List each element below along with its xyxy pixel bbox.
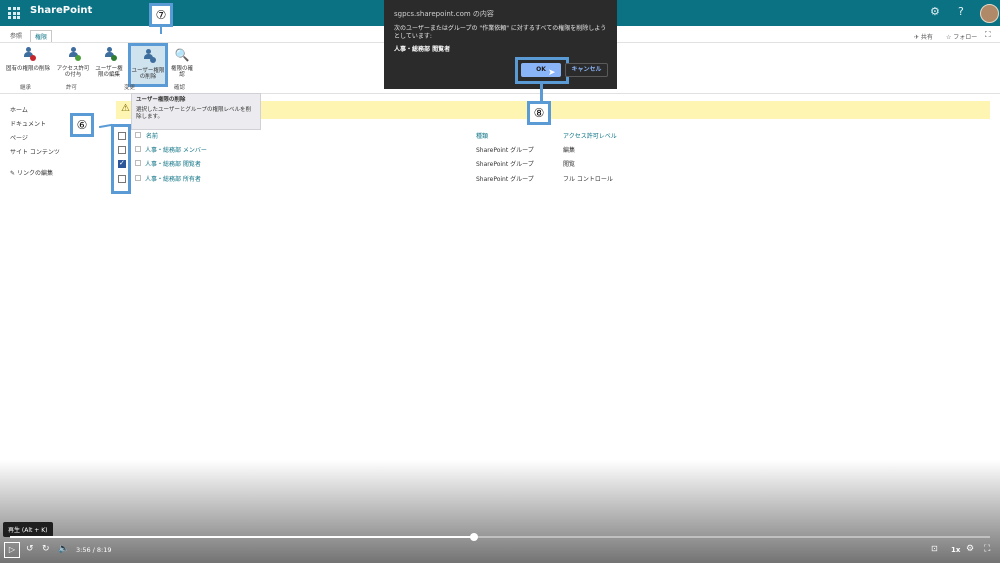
row-item-icon	[135, 146, 141, 152]
button-label: アクセス許可の付与	[56, 66, 90, 78]
progress-handle[interactable]	[469, 533, 478, 541]
avatar[interactable]	[980, 4, 999, 23]
follow-button[interactable]: ☆ フォロー	[946, 32, 977, 41]
ribbon-tooltip: ユーザー権限の削除 選択したユーザーとグループの権限レベルを削除します。	[131, 93, 261, 130]
button-label: ユーザー権限の削除	[131, 68, 165, 80]
column-header-name[interactable]: 名前	[146, 131, 158, 140]
magnifier-icon: 🔍	[174, 48, 190, 62]
app-launcher-icon[interactable]	[8, 7, 20, 19]
captions-icon[interactable]: ⊡	[931, 544, 938, 553]
dialog-user: 人事・総務部 閲覧者	[394, 46, 451, 53]
player-gradient	[0, 460, 1000, 563]
group-label: 継承	[20, 85, 32, 91]
fullscreen-icon[interactable]: ⛶	[984, 544, 990, 554]
check-permissions-button[interactable]: 🔍 権限の確認	[170, 47, 194, 78]
nav-item-home[interactable]: ホーム	[10, 105, 28, 114]
playback-speed[interactable]: 1x	[951, 546, 960, 554]
table-row-name[interactable]: 人事・総務部 メンバー	[145, 145, 207, 154]
dialog-message: 次のユーザーまたはグループの "作業依頼" に対するすべての権限を削除しようとし…	[394, 25, 607, 40]
button-label: ユーザー権限の編集	[95, 66, 123, 78]
nav-item-documents[interactable]: ドキュメント	[10, 119, 46, 128]
progress-fill	[10, 536, 474, 538]
forward-icon[interactable]: ↻	[42, 544, 50, 554]
table-row-name[interactable]: 人事・総務部 閲覧者	[145, 159, 201, 168]
brand-title[interactable]: SharePoint	[30, 5, 92, 16]
time-readout: 3:56 / 8:19	[76, 546, 112, 554]
checkbox-highlight-frame	[111, 124, 131, 194]
progress-bar[interactable]	[10, 533, 990, 541]
table-row-type: SharePoint グループ	[476, 176, 534, 183]
cancel-button[interactable]: キャンセル	[565, 63, 608, 77]
help-icon[interactable]: ?	[958, 5, 964, 18]
warning-icon: ⚠	[121, 103, 130, 114]
group-label: 許可	[66, 85, 78, 91]
settings-icon[interactable]: ⚙	[966, 544, 974, 554]
table-row-type: SharePoint グループ	[476, 161, 534, 168]
table-row-level: 編集	[563, 147, 576, 154]
mouse-cursor-icon: ➤	[548, 68, 556, 78]
person-remove-icon	[20, 47, 36, 63]
edit-links-link[interactable]: ✎ リンクの編集	[10, 168, 53, 177]
column-header-type[interactable]: 種類	[476, 131, 488, 140]
dialog-title: sgpcs.sharepoint.com の内容	[394, 10, 494, 18]
share-button[interactable]: ✈ 共有	[914, 32, 933, 41]
column-header-level[interactable]: アクセス許可レベル	[563, 131, 617, 140]
nav-item-pages[interactable]: ページ	[10, 133, 28, 142]
stop-inheritance-button[interactable]: 固有の権限の削除	[3, 47, 53, 72]
edit-links-label: リンクの編集	[16, 170, 53, 177]
pencil-icon: ✎	[10, 170, 17, 177]
row-item-icon	[135, 160, 141, 166]
group-label: 確認	[174, 85, 186, 91]
gear-icon[interactable]: ⚙	[930, 5, 940, 18]
tab-permissions[interactable]: 権限	[30, 30, 53, 42]
callout-six: ⑥	[70, 113, 94, 137]
volume-icon[interactable]: 🔈	[58, 544, 69, 554]
remove-user-permissions-button[interactable]: ユーザー権限の削除	[128, 43, 168, 87]
tooltip-title: ユーザー権限の削除	[136, 97, 186, 103]
group-label: 変更	[124, 85, 136, 91]
focus-mode-icon[interactable]: ⛶	[985, 30, 991, 40]
callout-pointer	[540, 83, 543, 101]
grant-permissions-button[interactable]: アクセス許可の付与	[56, 47, 90, 78]
button-label: 権限の確認	[170, 66, 193, 78]
rewind-icon[interactable]: ↺	[26, 544, 34, 554]
person-edit-icon	[101, 47, 117, 63]
nav-item-site-contents[interactable]: サイト コンテンツ	[10, 147, 60, 156]
table-row-type: SharePoint グループ	[476, 147, 534, 154]
play-tooltip: 再生 (Alt + K)	[3, 522, 53, 537]
tab-browse[interactable]: 参照	[6, 30, 26, 41]
button-label: 固有の権限の削除	[5, 66, 50, 72]
callout-seven: ⑦	[149, 3, 173, 27]
row-item-icon	[135, 175, 141, 181]
play-icon[interactable]: ▷	[4, 542, 20, 558]
tooltip-body: 選択したユーザーとグループの権限レベルを削除します。	[136, 107, 252, 120]
person-add-icon	[65, 47, 81, 63]
table-row-level: 閲覧	[563, 161, 576, 168]
table-row-name[interactable]: 人事・総務部 所有者	[145, 174, 201, 183]
person-remove-icon	[140, 49, 156, 65]
header-item-icon	[135, 132, 141, 138]
callout-eight: ⑧	[527, 101, 551, 125]
table-row-level: フル コントロール	[563, 176, 613, 183]
edit-user-permissions-button[interactable]: ユーザー権限の編集	[93, 47, 125, 78]
